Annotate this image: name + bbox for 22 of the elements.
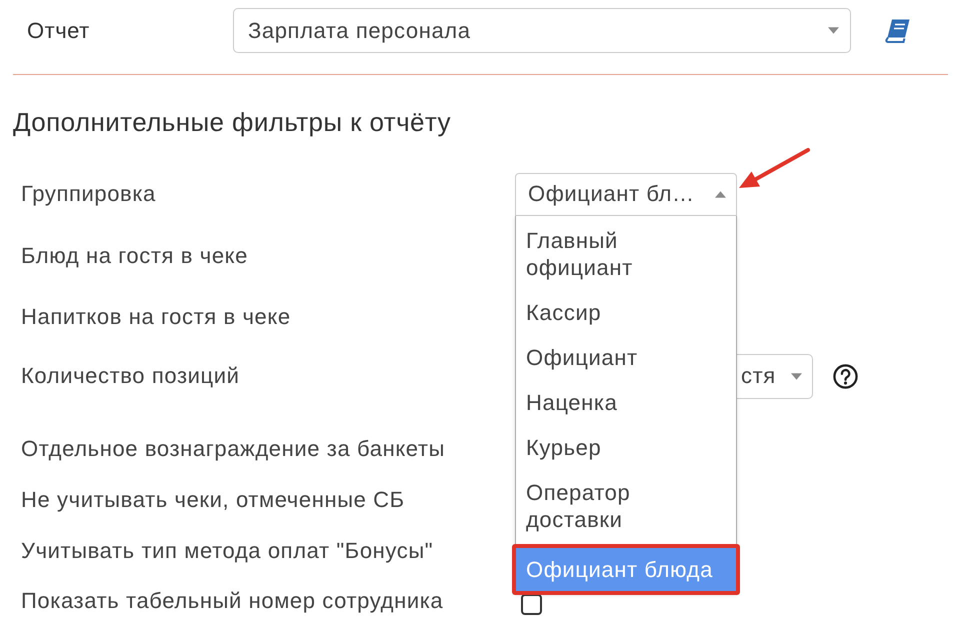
help-icon[interactable]: [833, 364, 858, 388]
filter-label: Учитывать тип метода оплат "Бонусы": [21, 538, 434, 564]
filter-label: Отдельное вознаграждение за банкеты: [21, 436, 445, 462]
filter-label: Количество позиций: [21, 363, 240, 389]
section-heading: Дополнительные фильтры к отчёту: [13, 107, 451, 137]
caret-icon: [791, 372, 802, 380]
menu-option[interactable]: Курьер: [516, 424, 736, 470]
filter-label: Блюд на гостя в чеке: [21, 243, 248, 269]
filter-label: Не учитывать чеки, отмеченные СБ: [21, 486, 405, 512]
menu-option[interactable]: Главный официант: [516, 218, 736, 290]
caret-icon: [828, 27, 839, 34]
caret-icon: [715, 190, 726, 198]
filter-label: Показать табельный номер сотрудника: [21, 588, 444, 614]
menu-option[interactable]: Оператор доставки: [516, 470, 736, 542]
menu-option[interactable]: Кассир: [516, 290, 736, 334]
filter-label: Напитков на гостя в чеке: [21, 304, 291, 330]
filter-label: Группировка: [21, 181, 156, 207]
dropdown-select[interactable]: Официант бл…: [515, 172, 737, 216]
report-select[interactable]: Зарплата персонала: [233, 8, 851, 53]
report-label: Отчет: [27, 18, 91, 44]
book-icon[interactable]: [884, 18, 910, 42]
checkbox[interactable]: [521, 594, 542, 614]
